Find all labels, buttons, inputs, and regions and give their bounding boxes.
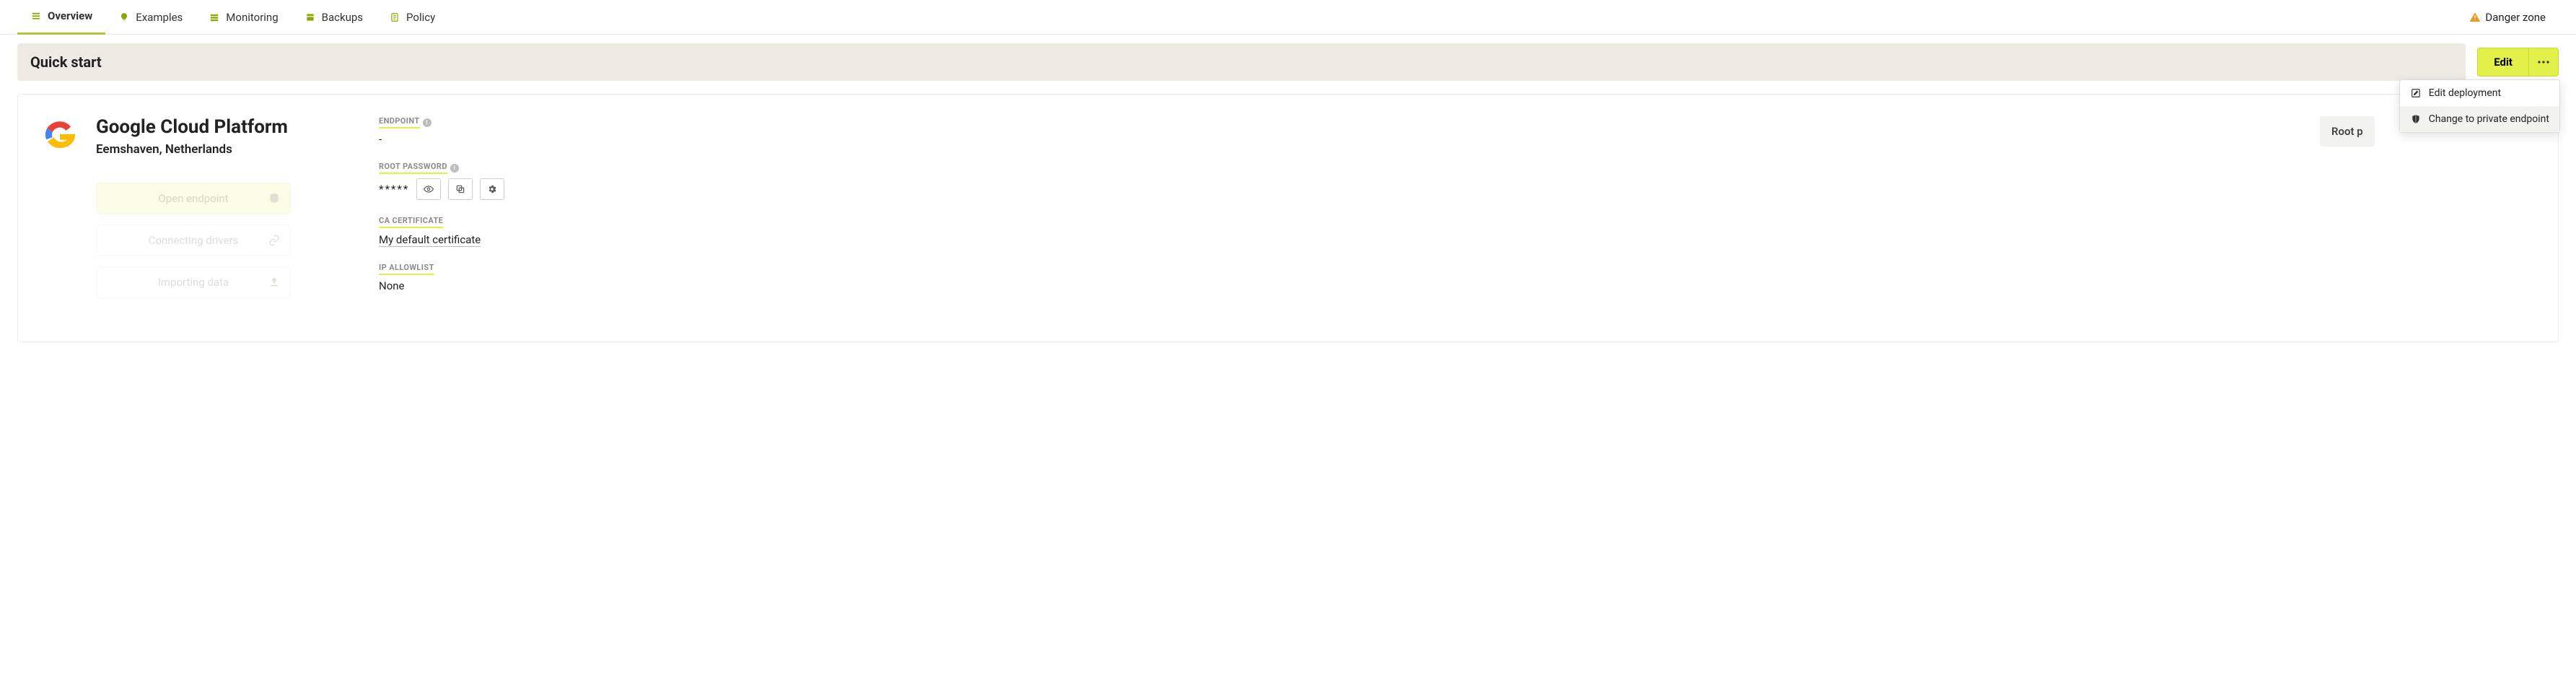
tab-label: Policy: [406, 11, 435, 24]
button-label: Open endpoint: [158, 192, 228, 205]
reveal-password-button[interactable]: [416, 178, 441, 200]
menu-item-label: Change to private endpoint: [2429, 113, 2549, 125]
root-password-label: ROOT PASSWORD: [379, 162, 447, 174]
warning-icon: [2469, 12, 2481, 23]
eye-icon: [423, 183, 434, 195]
shield-icon: [2410, 113, 2422, 125]
ip-allowlist-value: None: [379, 279, 2291, 292]
provider-region: Eemshaven, Netherlands: [96, 142, 288, 157]
menu-edit-deployment[interactable]: Edit deployment: [2400, 80, 2559, 106]
tab-policy[interactable]: Policy: [376, 0, 448, 35]
gear-icon: [486, 183, 498, 195]
lightbulb-icon: [118, 12, 130, 23]
quickstart-bar: Quick start Edit: [17, 43, 2559, 81]
root-placeholder-pill: Root p: [2320, 116, 2375, 147]
more-actions-button[interactable]: [2529, 48, 2559, 77]
endpoint-label: ENDPOINT: [379, 116, 420, 128]
tab-label: Overview: [48, 9, 92, 22]
endpoint-value: -: [379, 133, 2291, 146]
monitoring-icon: [209, 12, 220, 23]
ellipsis-icon: [2538, 56, 2549, 68]
tab-label: Examples: [136, 11, 183, 24]
edit-button[interactable]: Edit: [2477, 48, 2529, 77]
root-password-value: *****: [379, 183, 409, 196]
tab-examples[interactable]: Examples: [105, 0, 196, 35]
more-actions-menu: Edit deployment Change to private endpoi…: [2399, 79, 2560, 133]
tab-backups[interactable]: Backups: [292, 0, 376, 35]
menu-item-label: Edit deployment: [2429, 87, 2501, 99]
gcp-logo-icon: [40, 116, 80, 149]
quickstart-title: Quick start: [17, 43, 2466, 81]
database-icon: [268, 193, 280, 204]
copy-icon: [455, 183, 466, 195]
open-endpoint-button[interactable]: Open endpoint: [96, 183, 291, 214]
copy-password-button[interactable]: [448, 178, 473, 200]
button-label: Connecting drivers: [149, 234, 239, 247]
info-icon[interactable]: i: [450, 164, 459, 173]
tab-overview[interactable]: Overview: [17, 0, 105, 35]
info-icon[interactable]: i: [423, 118, 431, 127]
tab-label: Backups: [322, 11, 363, 24]
tab-label: Monitoring: [226, 11, 278, 24]
provider-column: Google Cloud Platform Eemshaven, Netherl…: [40, 116, 350, 308]
button-label: Importing data: [158, 276, 229, 289]
connecting-drivers-button[interactable]: Connecting drivers: [96, 225, 291, 256]
link-icon: [268, 235, 280, 246]
tab-danger-zone[interactable]: Danger zone: [2456, 0, 2559, 35]
password-settings-button[interactable]: [480, 178, 504, 200]
edit-button-group: Edit: [2477, 48, 2559, 77]
tab-monitoring[interactable]: Monitoring: [196, 0, 291, 35]
upload-icon: [268, 276, 280, 288]
overview-icon: [30, 10, 42, 22]
provider-title: Google Cloud Platform: [96, 116, 288, 138]
ca-cert-label: CA CERTIFICATE: [379, 216, 443, 228]
deployment-card: Google Cloud Platform Eemshaven, Netherl…: [17, 94, 2559, 342]
ca-cert-link[interactable]: My default certificate: [379, 233, 481, 247]
importing-data-button[interactable]: Importing data: [96, 266, 291, 298]
backups-icon: [305, 12, 316, 23]
tabs-bar: Overview Examples Monitoring Backups Pol…: [0, 0, 2576, 35]
details-column: ENDPOINTi - ROOT PASSWORDi *****: [379, 116, 2291, 308]
tab-label: Danger zone: [2485, 11, 2546, 24]
policy-icon: [389, 12, 400, 23]
menu-change-private-endpoint[interactable]: Change to private endpoint: [2400, 106, 2559, 132]
right-column: Root p: [2320, 116, 2536, 308]
edit-icon: [2410, 87, 2422, 99]
ip-allowlist-label: IP ALLOWLIST: [379, 263, 434, 275]
